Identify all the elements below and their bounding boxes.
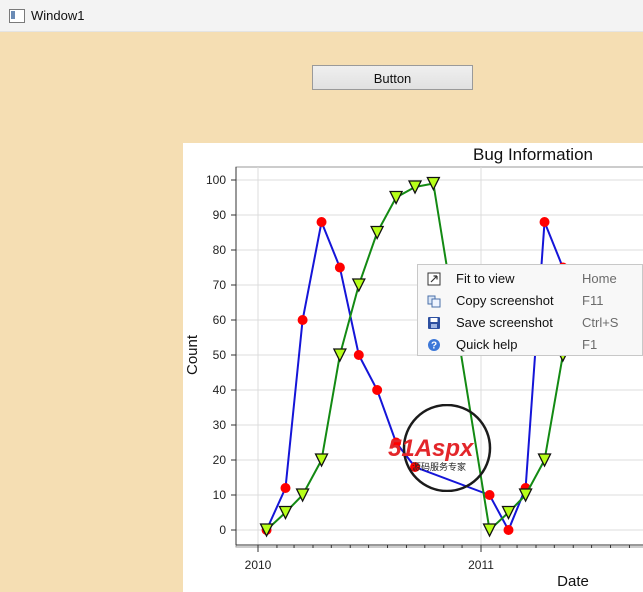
y-tick-label: 50 — [213, 348, 227, 362]
menu-label: Quick help — [456, 337, 518, 352]
chart-title: Bug Information — [473, 145, 593, 164]
y-tick-label: 0 — [219, 523, 226, 537]
data-point — [484, 490, 495, 500]
menu-label: Fit to view — [456, 271, 515, 286]
y-tick-label: 30 — [213, 418, 227, 432]
chart-panel[interactable]: 0 10 20 30 40 50 60 70 80 90 100 2010 2011 Bug Infor… — [183, 143, 643, 592]
data-point — [372, 385, 383, 395]
data-point — [391, 437, 402, 448]
x-axis-label: Date — [557, 573, 589, 590]
y-tick-label: 70 — [213, 278, 227, 292]
data-point — [539, 217, 550, 227]
y-tick-label: 80 — [213, 243, 227, 257]
data-point — [353, 350, 364, 360]
data-point — [280, 483, 291, 493]
x-tick-label: 2010 — [245, 558, 272, 572]
menu-shortcut: Home — [582, 271, 617, 286]
menu-label: Save screenshot — [456, 315, 553, 330]
y-tick-label: 60 — [213, 313, 227, 327]
window-app-icon — [9, 9, 25, 23]
y-tick-label: 10 — [213, 488, 227, 502]
data-point — [297, 315, 308, 325]
help-icon: ? — [428, 339, 440, 352]
save-icon — [428, 317, 440, 329]
y-tick-label: 40 — [213, 383, 227, 397]
menu-shortcut: F1 — [582, 337, 598, 352]
data-point — [410, 462, 421, 472]
data-point — [316, 217, 327, 227]
menu-shortcut: F11 — [582, 293, 604, 308]
data-point — [334, 262, 345, 273]
x-tick-label: 2011 — [468, 558, 494, 572]
data-point — [503, 525, 514, 535]
menu-item-quick-help[interactable]: ? Quick help F1 — [418, 334, 643, 356]
menu-item-copy-screenshot[interactable]: Copy screenshot F11 — [418, 290, 643, 312]
window-title: Window1 — [31, 8, 85, 23]
y-tick-label: 100 — [206, 173, 226, 187]
title-bar: Window1 — [0, 0, 643, 32]
bug-chart[interactable]: 0 10 20 30 40 50 60 70 80 90 100 2010 2011 Bug Infor… — [183, 143, 643, 592]
y-axis-label: Count — [184, 334, 201, 375]
fit-to-view-icon — [427, 272, 441, 286]
y-tick-label: 90 — [213, 208, 227, 222]
y-tick-label: 20 — [213, 453, 227, 467]
menu-item-fit-to-view[interactable]: Fit to view Home — [418, 268, 643, 290]
context-menu[interactable]: Fit to view Home Copy screenshot F11 Sav… — [417, 264, 643, 356]
main-button[interactable]: Button — [312, 65, 473, 90]
menu-item-save-screenshot[interactable]: Save screenshot Ctrl+S — [418, 312, 643, 334]
copy-icon — [427, 295, 441, 308]
menu-label: Copy screenshot — [456, 293, 554, 308]
svg-text:?: ? — [431, 341, 437, 352]
menu-shortcut: Ctrl+S — [582, 315, 619, 330]
